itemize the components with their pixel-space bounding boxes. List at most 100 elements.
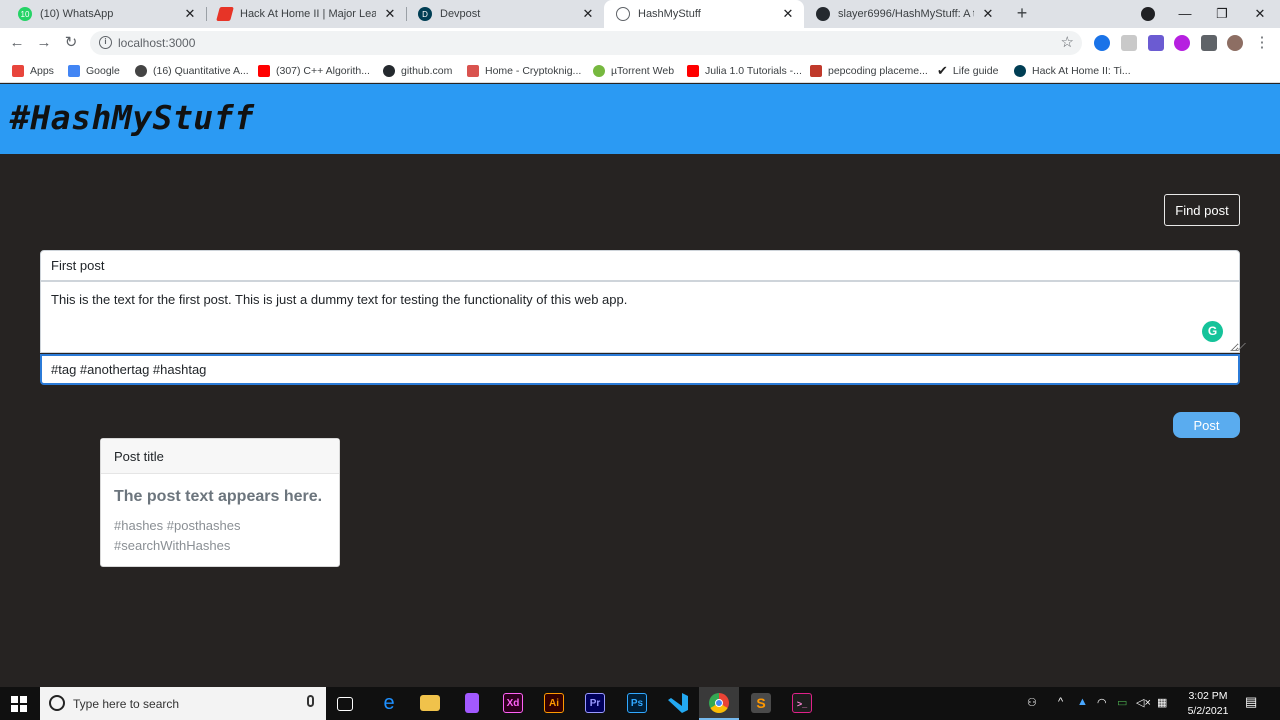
close-icon[interactable]: ✕ <box>182 6 198 22</box>
youtube-icon <box>258 65 270 77</box>
people-icon[interactable]: ⚇ <box>1027 696 1037 709</box>
url-text: localhost:3000 <box>118 36 196 50</box>
bookmark-star-icon[interactable]: ☆ <box>1061 33 1074 51</box>
bookmark-github[interactable]: github.com <box>383 63 452 79</box>
photoshop-icon[interactable]: Ps <box>627 693 647 713</box>
tab-devpost[interactable]: D Devpost ✕ <box>406 0 604 28</box>
cortana-icon[interactable] <box>49 695 65 711</box>
tab-github[interactable]: slayer6996/HashMyStuff: A tool to ✕ <box>804 0 1004 28</box>
illustrator-icon[interactable]: Ai <box>544 693 564 713</box>
tab-title: Devpost <box>440 8 481 20</box>
bookmark-cpp-algorithms[interactable]: (307) C++ Algorith... <box>258 63 370 79</box>
app-title: #HashMyStuff <box>10 98 255 137</box>
youtube-icon <box>687 65 699 77</box>
adobe-xd-icon[interactable]: Xd <box>503 693 523 713</box>
clock-date: 5/2/2021 <box>1187 705 1229 717</box>
extension-icon[interactable] <box>1174 35 1190 51</box>
grammarly-icon[interactable]: G <box>1202 321 1223 342</box>
extension-icon[interactable] <box>1148 35 1164 51</box>
apps-grid-icon <box>12 65 24 77</box>
mlh-icon <box>216 7 234 21</box>
more-menu-icon[interactable]: ⋮ <box>1251 32 1273 54</box>
taskbar-search[interactable]: Type here to search <box>40 687 326 720</box>
app-header: #HashMyStuff <box>0 84 1280 154</box>
chrome-icon[interactable] <box>709 693 729 713</box>
post-card-body: The post text appears here. #hashes #pos… <box>101 474 339 570</box>
edge-icon[interactable]: e <box>379 693 399 713</box>
cloud-icon[interactable]: ▲ <box>1077 696 1088 708</box>
maximize-button[interactable]: ❐ <box>1205 2 1239 26</box>
sublime-icon[interactable]: S <box>751 693 771 713</box>
extension-icon[interactable] <box>1121 35 1137 51</box>
post-card-hashtags: #hashes #posthashes #searchWithHashes <box>114 516 326 556</box>
bookmark-utorrent[interactable]: µTorrent Web <box>593 63 674 79</box>
extension-icon[interactable] <box>1094 35 1110 51</box>
utorrent-icon <box>593 65 605 77</box>
site-icon <box>135 65 147 77</box>
clock-time: 3:02 PM <box>1188 690 1228 702</box>
bookmark-label: Life guide <box>952 65 999 77</box>
chevron-up-icon[interactable]: ^ <box>1058 696 1063 708</box>
microphone-icon[interactable] <box>307 695 314 707</box>
address-bar[interactable]: i localhost:3000 ☆ <box>90 31 1082 55</box>
bookmarks-bar: Apps Google (16) Quantitative A... (307)… <box>0 58 1280 83</box>
close-icon[interactable]: ✕ <box>780 6 796 22</box>
globe-icon <box>616 7 630 21</box>
notification-icon[interactable]: ▤ <box>1245 694 1257 710</box>
minimize-button[interactable]: — <box>1168 2 1202 26</box>
post-text-area[interactable]: This is the text for the first post. Thi… <box>40 281 1240 353</box>
hashtags-input[interactable] <box>40 354 1240 385</box>
bookmark-julia[interactable]: Julia 1.0 Tutorials -... <box>687 63 802 79</box>
tab-title: Hack At Home II | Major League H <box>240 8 376 20</box>
close-icon[interactable]: ✕ <box>980 6 996 22</box>
wifi-icon[interactable]: ◠ <box>1097 696 1107 709</box>
bookmark-label: (307) C++ Algorith... <box>276 65 370 77</box>
avatar[interactable] <box>1227 35 1243 51</box>
file-explorer-icon[interactable] <box>420 695 440 711</box>
info-icon[interactable]: i <box>99 36 112 49</box>
devpost-icon: D <box>418 7 432 21</box>
bookmark-label: Hack At Home II: Ti... <box>1032 65 1131 77</box>
find-post-button[interactable]: Find post <box>1164 194 1240 226</box>
figma-icon[interactable] <box>465 693 479 713</box>
search-placeholder: Type here to search <box>73 697 180 711</box>
post-card: Post title The post text appears here. #… <box>100 438 340 567</box>
task-view-icon[interactable] <box>337 697 353 711</box>
bookmark-pepcoding[interactable]: pepcoding placeme... <box>810 63 928 79</box>
post-title-input[interactable] <box>40 250 1240 281</box>
taskbar-clock[interactable]: 3:02 PM 5/2/2021 <box>1180 689 1236 719</box>
bookmark-google[interactable]: Google <box>68 63 120 79</box>
puzzle-icon[interactable] <box>1201 35 1217 51</box>
battery-icon[interactable]: ▭ <box>1117 696 1127 709</box>
checkmark-icon: ✔ <box>937 63 948 78</box>
close-icon[interactable]: ✕ <box>382 6 398 22</box>
hashtag-line: #searchWithHashes <box>114 538 231 553</box>
windows-taskbar: Type here to search e Xd Ai Pr Ps S >_ ⚇… <box>0 687 1280 720</box>
close-icon[interactable]: ✕ <box>580 6 596 22</box>
premiere-icon[interactable]: Pr <box>585 693 605 713</box>
bookmark-quantitative[interactable]: (16) Quantitative A... <box>135 63 249 79</box>
profile-icon[interactable] <box>1141 7 1155 21</box>
terminal-icon[interactable]: >_ <box>792 693 812 713</box>
tab-mlh[interactable]: Hack At Home II | Major League H ✕ <box>206 0 406 28</box>
browser-toolbar: ← → ↻ i localhost:3000 ☆ ⋮ <box>0 28 1280 58</box>
tab-hashmystuff[interactable]: HashMyStuff ✕ <box>604 0 804 28</box>
bookmark-apps[interactable]: Apps <box>12 63 54 79</box>
vscode-icon[interactable] <box>668 693 688 713</box>
keyboard-icon[interactable]: ▦ <box>1157 696 1167 709</box>
reload-icon[interactable]: ↻ <box>60 32 82 54</box>
bookmark-label: (16) Quantitative A... <box>153 65 249 77</box>
bookmark-label: pepcoding placeme... <box>828 65 928 77</box>
bookmark-hack-at-home[interactable]: Hack At Home II: Ti... <box>1014 63 1131 79</box>
back-arrow-icon[interactable]: ← <box>6 32 28 54</box>
post-button[interactable]: Post <box>1173 412 1240 438</box>
bookmark-cryptoknights[interactable]: Home - Cryptoknig... <box>467 63 581 79</box>
whatsapp-icon: 10 <box>18 7 32 21</box>
bookmark-life-guide[interactable]: ✔ Life guide <box>937 63 998 79</box>
forward-arrow-icon[interactable]: → <box>33 32 55 54</box>
new-tab-button[interactable]: + <box>1012 4 1032 24</box>
windows-start-icon[interactable] <box>11 696 27 712</box>
close-window-button[interactable]: ✕ <box>1243 2 1277 26</box>
volume-muted-icon[interactable]: ◁× <box>1136 696 1151 709</box>
tab-whatsapp[interactable]: 10 (10) WhatsApp ✕ <box>6 0 206 28</box>
